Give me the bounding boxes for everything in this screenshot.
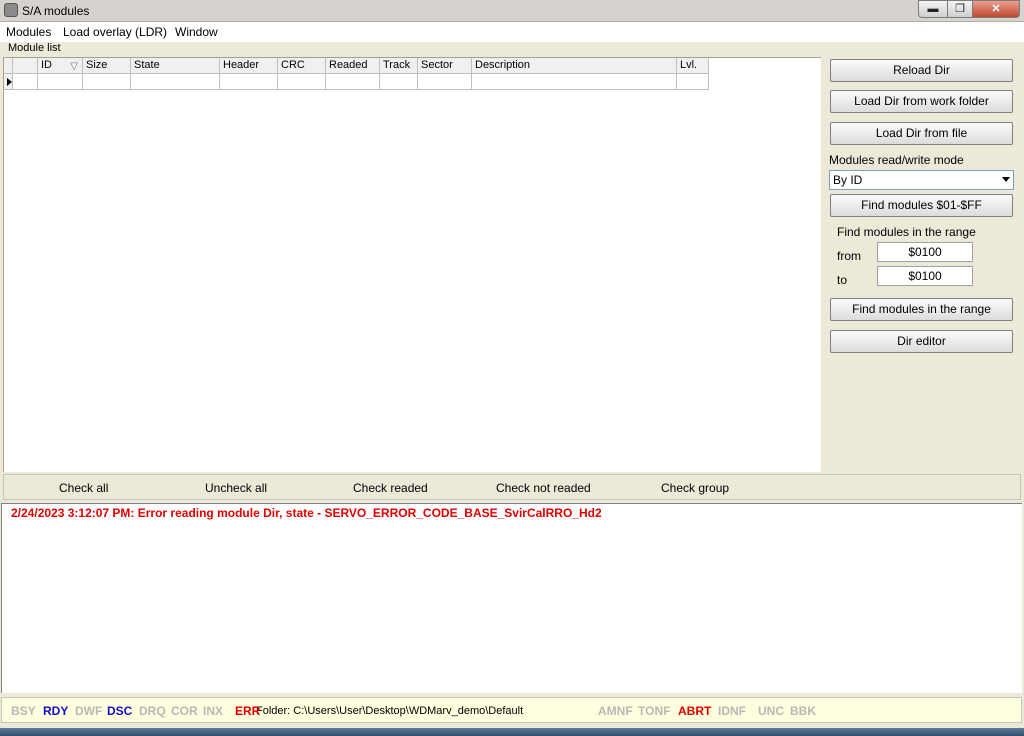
cell-id[interactable] [38, 74, 83, 90]
range-to-input[interactable]: $0100 [877, 266, 973, 286]
chevron-down-icon [1002, 177, 1010, 182]
range-label: Find modules in the range [837, 225, 976, 239]
flag-drq: DRQ [139, 704, 166, 718]
app-icon [4, 3, 18, 17]
cell-header[interactable] [220, 74, 278, 90]
menu-load-overlay[interactable]: Load overlay (LDR) [63, 25, 167, 39]
column-header-crc[interactable]: CRC [278, 58, 326, 74]
check-all-button[interactable]: Check all [59, 481, 108, 495]
check-not-readed-button[interactable]: Check not readed [496, 481, 591, 495]
log-panel[interactable]: 2/24/2023 3:12:07 PM: Error reading modu… [1, 503, 1022, 693]
check-readed-button[interactable]: Check readed [353, 481, 428, 495]
uncheck-all-button[interactable]: Uncheck all [205, 481, 267, 495]
menu-modules[interactable]: Modules [6, 25, 51, 39]
menu-bar: Modules Load overlay (LDR) Window [0, 22, 1024, 42]
dir-editor-button[interactable]: Dir editor [830, 330, 1013, 353]
log-error-line: 2/24/2023 3:12:07 PM: Error reading modu… [11, 506, 602, 520]
cell-lvl[interactable] [677, 74, 709, 90]
cell-size[interactable] [83, 74, 131, 90]
title-bar: S/A modules ▬ ❐ ✕ [0, 0, 1024, 22]
flag-err: ERR [235, 704, 261, 718]
cell-track[interactable] [380, 74, 418, 90]
header-check-cell [13, 58, 38, 74]
column-header-track[interactable]: Track [380, 58, 418, 74]
minimize-button[interactable]: ▬ [918, 0, 948, 18]
from-label: from [837, 249, 861, 263]
cell-description[interactable] [472, 74, 677, 90]
flag-amnf: AMNF [598, 704, 633, 718]
status-bar: Folder: C:\Users\User\Desktop\WDMarv_dem… [1, 697, 1022, 723]
window-title: S/A modules [22, 4, 90, 18]
reload-dir-button[interactable]: Reload Dir [830, 59, 1013, 82]
flag-dwf: DWF [75, 704, 103, 718]
module-grid[interactable]: ID ▽ Size State Header CRC Readed Track Sector De… [3, 57, 821, 472]
to-label: to [837, 273, 848, 287]
sort-icon: ▽ [70, 61, 78, 72]
flag-bbk: BBK [790, 704, 816, 718]
module-list-label: Module list [7, 42, 62, 54]
find-modules-range-button[interactable]: Find modules in the range [830, 298, 1013, 321]
mode-select-value: By ID [833, 173, 863, 187]
flag-tonf: TONF [638, 704, 671, 718]
row-pointer-icon [7, 78, 12, 86]
column-header-lvl[interactable]: Lvl. [677, 58, 709, 74]
folder-path: Folder: C:\Users\User\Desktop\WDMarv_dem… [256, 705, 524, 717]
flag-abrt: ABRT [678, 704, 712, 718]
flag-dsc: DSC [107, 704, 133, 718]
cell-crc[interactable] [278, 74, 326, 90]
check-bar: Check all Uncheck all Check readed Check… [3, 474, 1021, 500]
flag-unc: UNC [758, 704, 784, 718]
mode-label: Modules read/write mode [829, 153, 964, 167]
maximize-button[interactable]: ❐ [947, 0, 973, 18]
load-dir-file-button[interactable]: Load Dir from file [830, 122, 1013, 145]
close-button[interactable]: ✕ [972, 0, 1020, 18]
right-panel: Reload Dir Load Dir from work folder Loa… [822, 57, 1021, 472]
taskbar [0, 728, 1024, 736]
mode-select[interactable]: By ID [829, 170, 1014, 190]
cell-readed[interactable] [326, 74, 380, 90]
header-corner [4, 58, 13, 74]
column-header-readed[interactable]: Readed [326, 58, 380, 74]
flag-rdy: RDY [43, 704, 69, 718]
find-modules-all-button[interactable]: Find modules $01-$FF [830, 194, 1013, 217]
menu-window[interactable]: Window [175, 25, 218, 39]
cell-sector[interactable] [418, 74, 472, 90]
flag-bsy: BSY [11, 704, 36, 718]
column-header-description[interactable]: Description [472, 58, 677, 74]
column-header-header[interactable]: Header [220, 58, 278, 74]
column-header-state[interactable]: State [131, 58, 220, 74]
flag-cor: COR [171, 704, 198, 718]
check-group-button[interactable]: Check group [661, 481, 729, 495]
flag-inx: INX [203, 704, 224, 718]
column-header-sector[interactable]: Sector [418, 58, 472, 74]
check-cell[interactable] [13, 74, 38, 90]
column-header-size[interactable]: Size [83, 58, 131, 74]
flag-idnf: IDNF [718, 704, 746, 718]
cell-state[interactable] [131, 74, 220, 90]
load-dir-work-folder-button[interactable]: Load Dir from work folder [830, 90, 1013, 113]
row-indicator [4, 74, 13, 90]
column-header-id[interactable]: ID ▽ [38, 58, 83, 74]
range-from-input[interactable]: $0100 [877, 242, 973, 262]
